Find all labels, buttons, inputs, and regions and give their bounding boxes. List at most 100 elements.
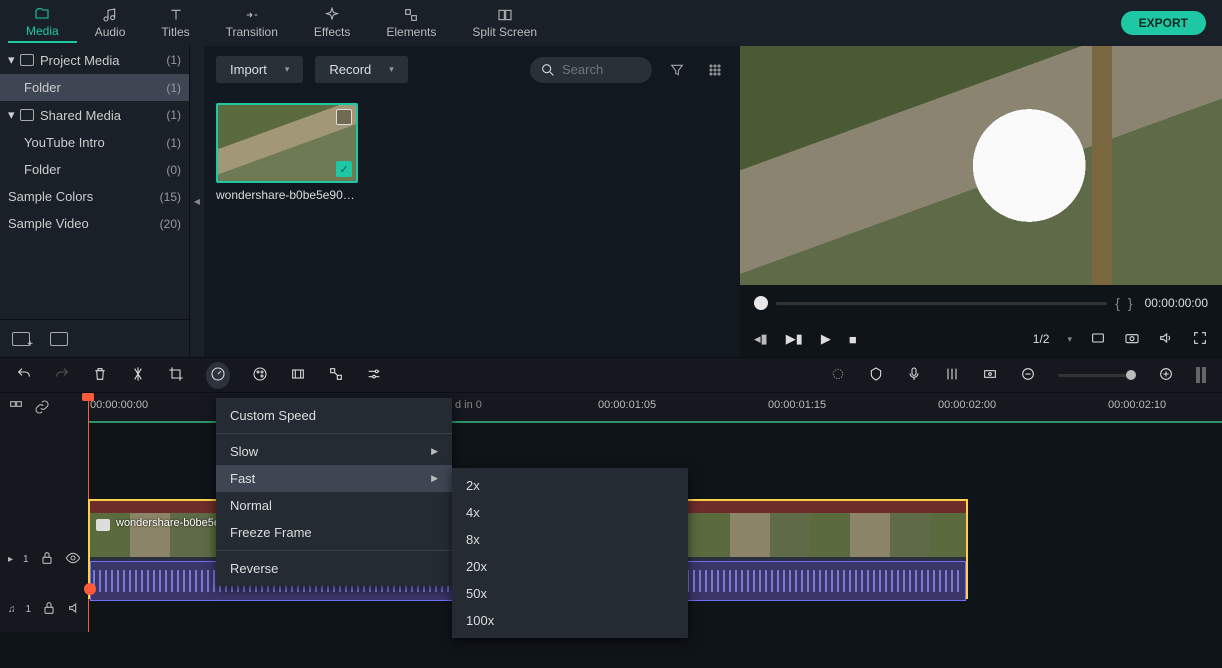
nav-titles[interactable]: Titles [143,4,207,42]
mute-icon[interactable] [67,600,83,619]
detach-icon[interactable] [328,366,344,385]
tree-count: (1) [166,81,181,95]
menu-100x[interactable]: 100x [452,607,688,634]
lock-icon[interactable] [39,550,55,569]
play-icon [96,519,110,531]
collapse-sidebar-handle[interactable] [190,46,204,357]
crop-icon[interactable] [168,366,184,385]
menu-slow[interactable]: Slow▶ [216,438,452,465]
media-clip[interactable]: ✓ wondershare-b0be5e90-4... [216,103,358,202]
zoom-knob[interactable] [1126,370,1136,380]
record-voiceover-icon[interactable] [906,366,922,385]
menu-20x[interactable]: 20x [452,553,688,580]
settings-icon[interactable] [366,366,382,385]
menu-2x[interactable]: 2x [452,472,688,499]
snapshot-icon[interactable] [1124,330,1140,349]
eye-icon[interactable] [65,550,81,569]
marker-dotted-icon[interactable] [830,366,846,385]
tree-folder-2[interactable]: Folder(0) [0,156,189,183]
zoom-out-icon[interactable] [1020,366,1036,385]
nav-splitscreen[interactable]: Split Screen [454,4,555,42]
video-track-header[interactable]: ▸1 [0,531,88,587]
tree-shared-media[interactable]: ▾Shared Media(1) [0,101,189,129]
scrub-handle[interactable] [754,296,768,310]
marker-icon[interactable] [868,366,884,385]
scrub-track[interactable] [776,302,1107,305]
fullscreen-icon[interactable] [1192,330,1208,349]
sparkle-icon [324,7,340,23]
prev-frame-icon[interactable]: ◂▮ [754,331,768,347]
menu-label: Reverse [230,561,278,576]
nav-elements[interactable]: Elements [368,4,454,42]
split-icon[interactable] [130,366,146,385]
menu-50x[interactable]: 50x [452,580,688,607]
tree-count: (1) [166,53,181,67]
media-browser: Import▾ Record▾ ✓ wondershare-b0be5e90-4… [204,46,740,357]
export-button[interactable]: EXPORT [1121,11,1206,35]
menu-label: 50x [466,586,487,601]
menu-8x[interactable]: 8x [452,526,688,553]
import-dropdown[interactable]: Import▾ [216,56,303,83]
media-tree-pane: ▾Project Media(1) Folder(1) ▾Shared Medi… [0,46,190,357]
mark-out-icon[interactable]: } [1128,295,1133,311]
nav-media[interactable]: Media [8,3,77,43]
record-dropdown[interactable]: Record▾ [315,56,407,83]
tree-footer [0,319,189,357]
zoom-slider[interactable] [1058,374,1136,377]
folder-icon[interactable] [50,332,68,346]
menu-label: 4x [466,505,480,520]
quality-icon[interactable] [1090,330,1106,349]
audio-track-header[interactable]: ♫1 [0,587,88,631]
menu-reverse[interactable]: Reverse [216,555,452,582]
play-icon[interactable]: ▶ [821,331,831,347]
stop-icon[interactable]: ■ [849,332,857,347]
keyframe-icon[interactable] [982,366,998,385]
link-icon[interactable] [34,399,50,418]
search-box[interactable] [530,57,652,83]
chevron-right-icon: ▶ [431,446,438,457]
grid-view-icon[interactable] [702,57,728,83]
delete-icon[interactable] [92,366,108,385]
color-icon[interactable] [252,366,268,385]
green-screen-icon[interactable] [290,366,306,385]
menu-custom-speed[interactable]: Custom Speed [216,402,452,429]
menu-normal[interactable]: Normal [216,492,452,519]
menu-4x[interactable]: 4x [452,499,688,526]
tree-folder[interactable]: Folder(1) [0,74,189,101]
mixer-icon[interactable] [944,366,960,385]
volume-icon[interactable] [1158,330,1174,349]
filter-icon[interactable] [664,57,690,83]
text-icon [168,7,184,23]
manage-tracks-icon[interactable] [8,399,24,418]
tree-count: (0) [166,163,181,177]
chevron-right-icon: ▶ [431,473,438,484]
mark-in-icon[interactable]: { [1115,295,1120,311]
tree-label: Folder [24,80,166,95]
media-toolbar: Import▾ Record▾ [204,46,740,93]
audio-fade-handle[interactable] [84,583,96,595]
tree-sample-video[interactable]: Sample Video(20) [0,210,189,237]
menu-label: Fast [230,471,255,486]
undo-icon[interactable] [16,366,32,385]
nav-transition[interactable]: Transition [208,4,296,42]
tree-sample-colors[interactable]: Sample Colors(15) [0,183,189,210]
zoom-in-icon[interactable] [1158,366,1174,385]
redo-icon[interactable] [54,366,70,385]
menu-fast[interactable]: Fast ▶ [216,465,452,492]
menu-label: 2x [466,478,480,493]
speed-icon[interactable] [206,362,230,389]
tree-project-media[interactable]: ▾Project Media(1) [0,46,189,74]
preview-image[interactable] [740,46,1222,285]
new-folder-icon[interactable] [12,332,30,346]
fit-timeline-icon[interactable] [1196,367,1206,383]
play-pause-icon[interactable]: ▶▮ [786,331,803,347]
tree-youtube-intro[interactable]: YouTube Intro(1) [0,129,189,156]
chevron-down-icon[interactable]: ▾ [1067,334,1072,345]
lock-icon[interactable] [41,600,57,619]
nav-effects[interactable]: Effects [296,4,368,42]
nav-audio[interactable]: Audio [77,4,144,42]
menu-freeze-frame[interactable]: Freeze Frame [216,519,452,546]
search-input[interactable] [562,62,642,77]
tree-count: (15) [160,190,181,204]
menu-separator [216,550,452,551]
